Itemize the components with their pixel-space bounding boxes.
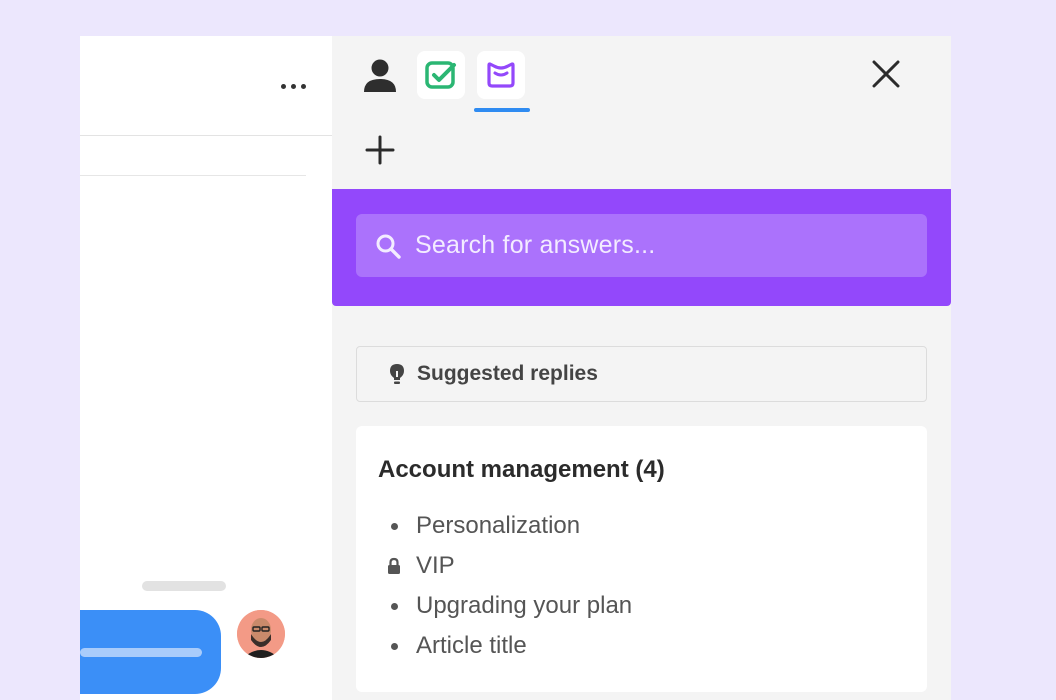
message-bubble (80, 610, 221, 694)
app-panel: Search for answers... Suggested replies … (332, 36, 951, 700)
article-category-card: Account management (4) Personalization V… (356, 426, 927, 692)
suggested-replies-label: Suggested replies (417, 362, 598, 385)
plus-icon (365, 135, 395, 165)
article-label: Upgrading your plan (416, 592, 633, 619)
check-app-icon (425, 61, 456, 89)
article-list: Personalization VIP Upgrading your plan … (384, 506, 632, 666)
search-header: Search for answers... (332, 189, 951, 306)
article-label: Personalization (416, 512, 581, 539)
active-tab-indicator (474, 108, 530, 112)
lightbulb-icon (387, 362, 407, 386)
search-placeholder: Search for answers... (415, 231, 656, 259)
article-label: VIP (416, 552, 455, 579)
add-app-button[interactable] (362, 132, 398, 168)
search-icon (373, 231, 403, 261)
close-button[interactable] (868, 56, 904, 92)
category-title: Account management (4) (378, 456, 665, 483)
conversation-pane (80, 36, 332, 700)
bullet-icon (384, 636, 404, 656)
search-input[interactable]: Search for answers... (356, 214, 927, 277)
article-item[interactable]: VIP (384, 546, 632, 586)
lock-icon (384, 556, 404, 576)
user-icon (364, 59, 396, 92)
close-icon (872, 60, 900, 88)
article-label: Article title (416, 632, 527, 659)
divider (80, 175, 306, 176)
bullet-icon (384, 596, 404, 616)
avatar (237, 610, 285, 658)
tab-check-app[interactable] (417, 51, 465, 99)
bullet-icon (384, 516, 404, 536)
article-item[interactable]: Upgrading your plan (384, 586, 632, 626)
divider (80, 135, 332, 136)
tab-knowledge-app[interactable] (477, 51, 525, 99)
article-item[interactable]: Personalization (384, 506, 632, 546)
knowledge-book-icon (487, 62, 515, 88)
suggested-replies-button[interactable]: Suggested replies (356, 346, 927, 402)
message-text-placeholder (80, 648, 202, 657)
tab-user[interactable] (360, 56, 400, 96)
avatar-image (237, 610, 285, 658)
more-horizontal-icon[interactable] (278, 76, 308, 96)
article-item[interactable]: Article title (384, 626, 632, 666)
message-placeholder (142, 581, 226, 591)
